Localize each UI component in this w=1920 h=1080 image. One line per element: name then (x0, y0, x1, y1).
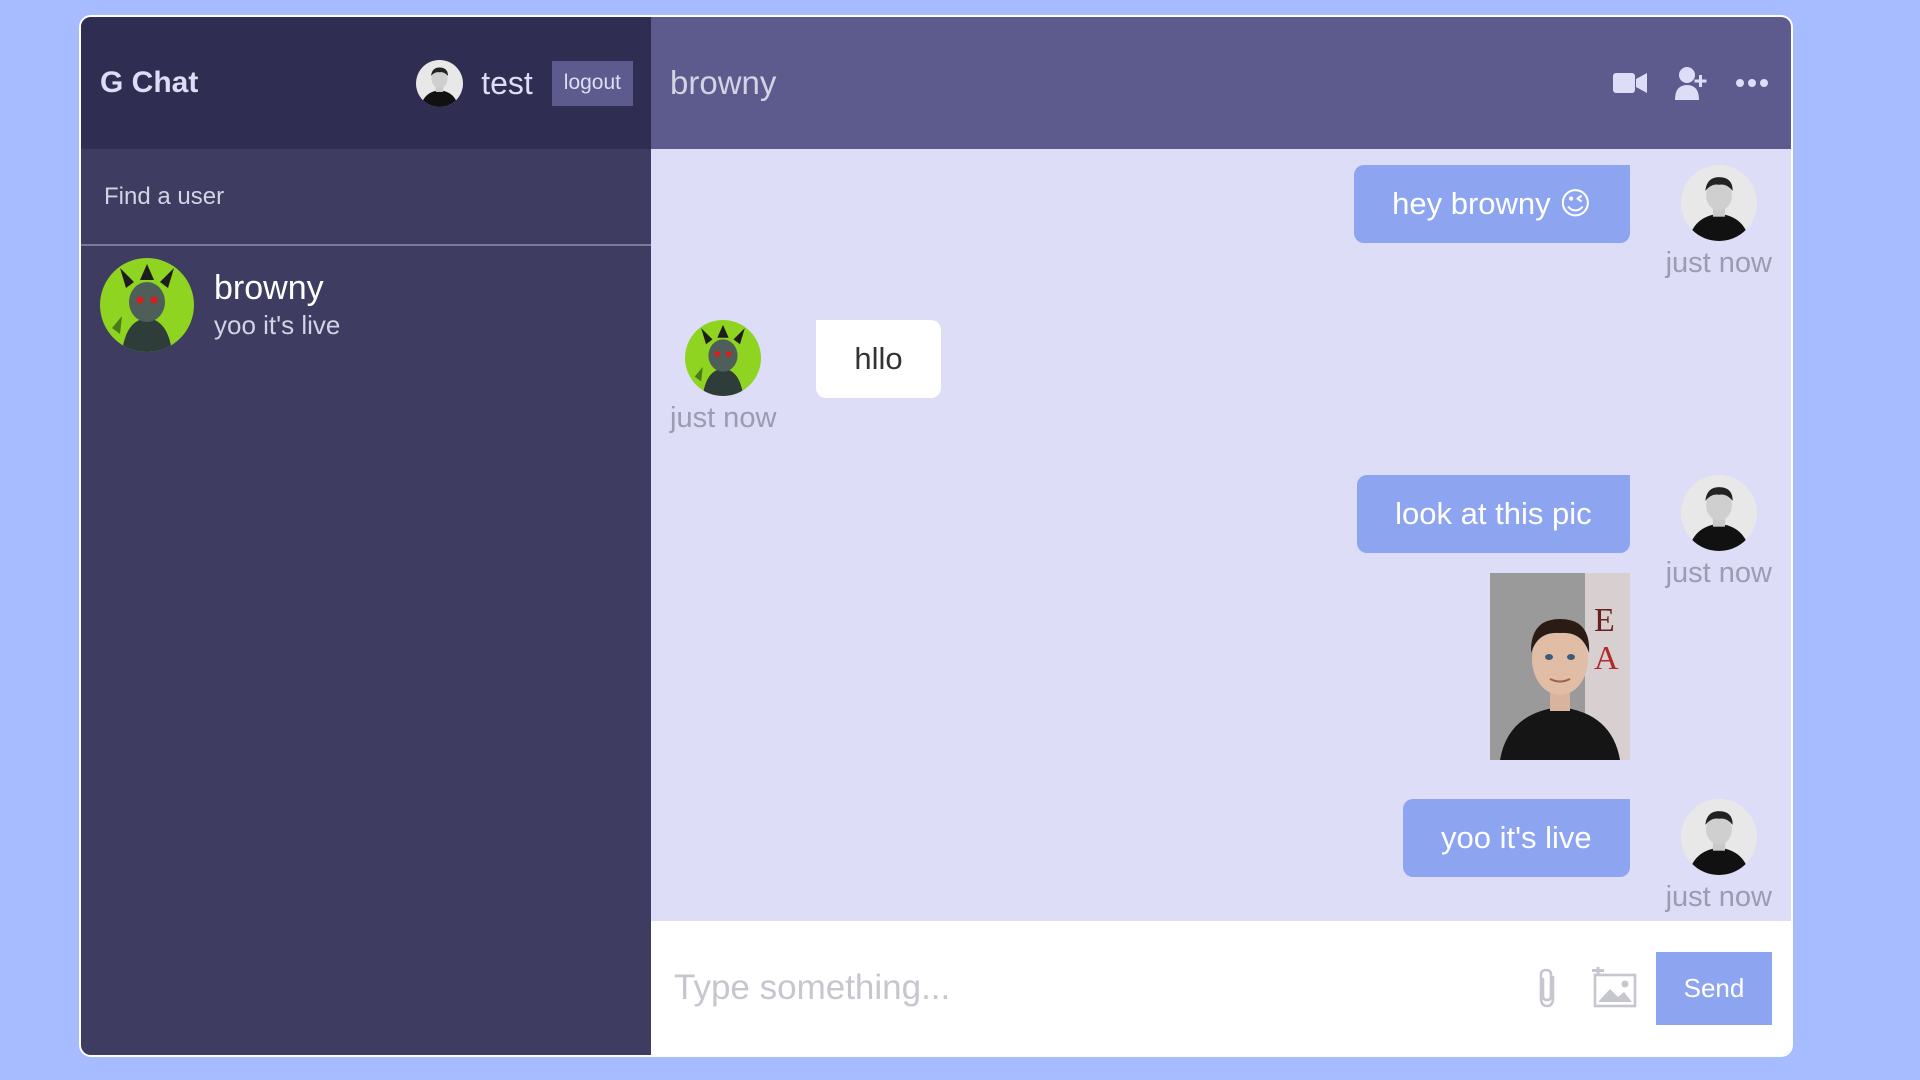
message-received: just now hllo (670, 320, 941, 435)
contact-avatar (100, 258, 194, 352)
chat-list-item-name: browny (214, 269, 324, 307)
message-bubble: look at this pic (1357, 475, 1630, 553)
user-search (81, 149, 651, 246)
send-button[interactable]: Send (1656, 951, 1772, 1025)
message-timestamp: just now (1665, 557, 1772, 589)
chat-list-item-browny[interactable]: browny yoo it's live (81, 248, 651, 362)
search-input[interactable] (104, 182, 651, 211)
message-timestamp: just now (1665, 247, 1772, 279)
message-meta: just now (1666, 165, 1772, 280)
video-camera-icon[interactable] (1613, 70, 1647, 96)
logout-button[interactable]: logout (551, 60, 633, 106)
chat-list-item-last-message: yoo it's live (214, 310, 341, 340)
add-image-icon[interactable] (1592, 967, 1638, 1009)
chat-title: browny (670, 64, 777, 101)
sender-avatar (1680, 165, 1757, 241)
message-sent: hey browny 😉 just now (1354, 165, 1772, 280)
message-sent: look at this pic E A just now (1357, 475, 1772, 760)
sender-avatar (1680, 475, 1757, 551)
svg-text:A: A (1594, 640, 1619, 677)
sidebar: G Chat test logout Find a user browny yo… (81, 17, 651, 1055)
message-bubble: yoo it's live (1402, 799, 1630, 877)
add-user-icon[interactable] (1675, 66, 1707, 100)
sender-avatar (1680, 799, 1757, 875)
chat-header: browny (651, 17, 1791, 149)
message-bubble: hllo (816, 320, 941, 398)
sender-avatar (685, 320, 762, 396)
chat-app-window: G Chat test logout Find a user browny yo… (79, 15, 1793, 1057)
message-bubble: hey browny 😉 (1354, 165, 1630, 243)
svg-text:E: E (1594, 602, 1615, 639)
navbar: G Chat test logout (81, 17, 651, 149)
send-area: Send (1534, 951, 1772, 1025)
message-timestamp: just now (1665, 881, 1772, 913)
app-logo: G Chat (100, 66, 199, 99)
attach-file-icon[interactable] (1534, 967, 1560, 1009)
message-meta: just now (1666, 799, 1772, 914)
message-input-bar: Send (651, 921, 1791, 1055)
message-input[interactable] (674, 968, 1534, 1008)
message-image[interactable]: E A (1489, 573, 1630, 760)
more-options-icon[interactable] (1735, 78, 1769, 88)
message-content: look at this pic E A (1357, 475, 1630, 760)
message-sent: yoo it's live just now (1402, 799, 1772, 914)
message-meta: just now (1666, 475, 1772, 590)
current-user: test logout (416, 59, 633, 107)
chat-header-actions (1613, 66, 1769, 100)
current-user-avatar (416, 59, 464, 107)
message-timestamp: just now (670, 402, 777, 434)
current-username: test (481, 64, 533, 101)
messages-list: hey browny 😉 just now just now hllo look… (651, 149, 1791, 921)
chat-list-item-info: browny yoo it's live (214, 268, 340, 342)
message-meta: just now (670, 320, 776, 435)
chat-panel: browny hey browny 😉 just now just now hl… (651, 17, 1791, 1055)
